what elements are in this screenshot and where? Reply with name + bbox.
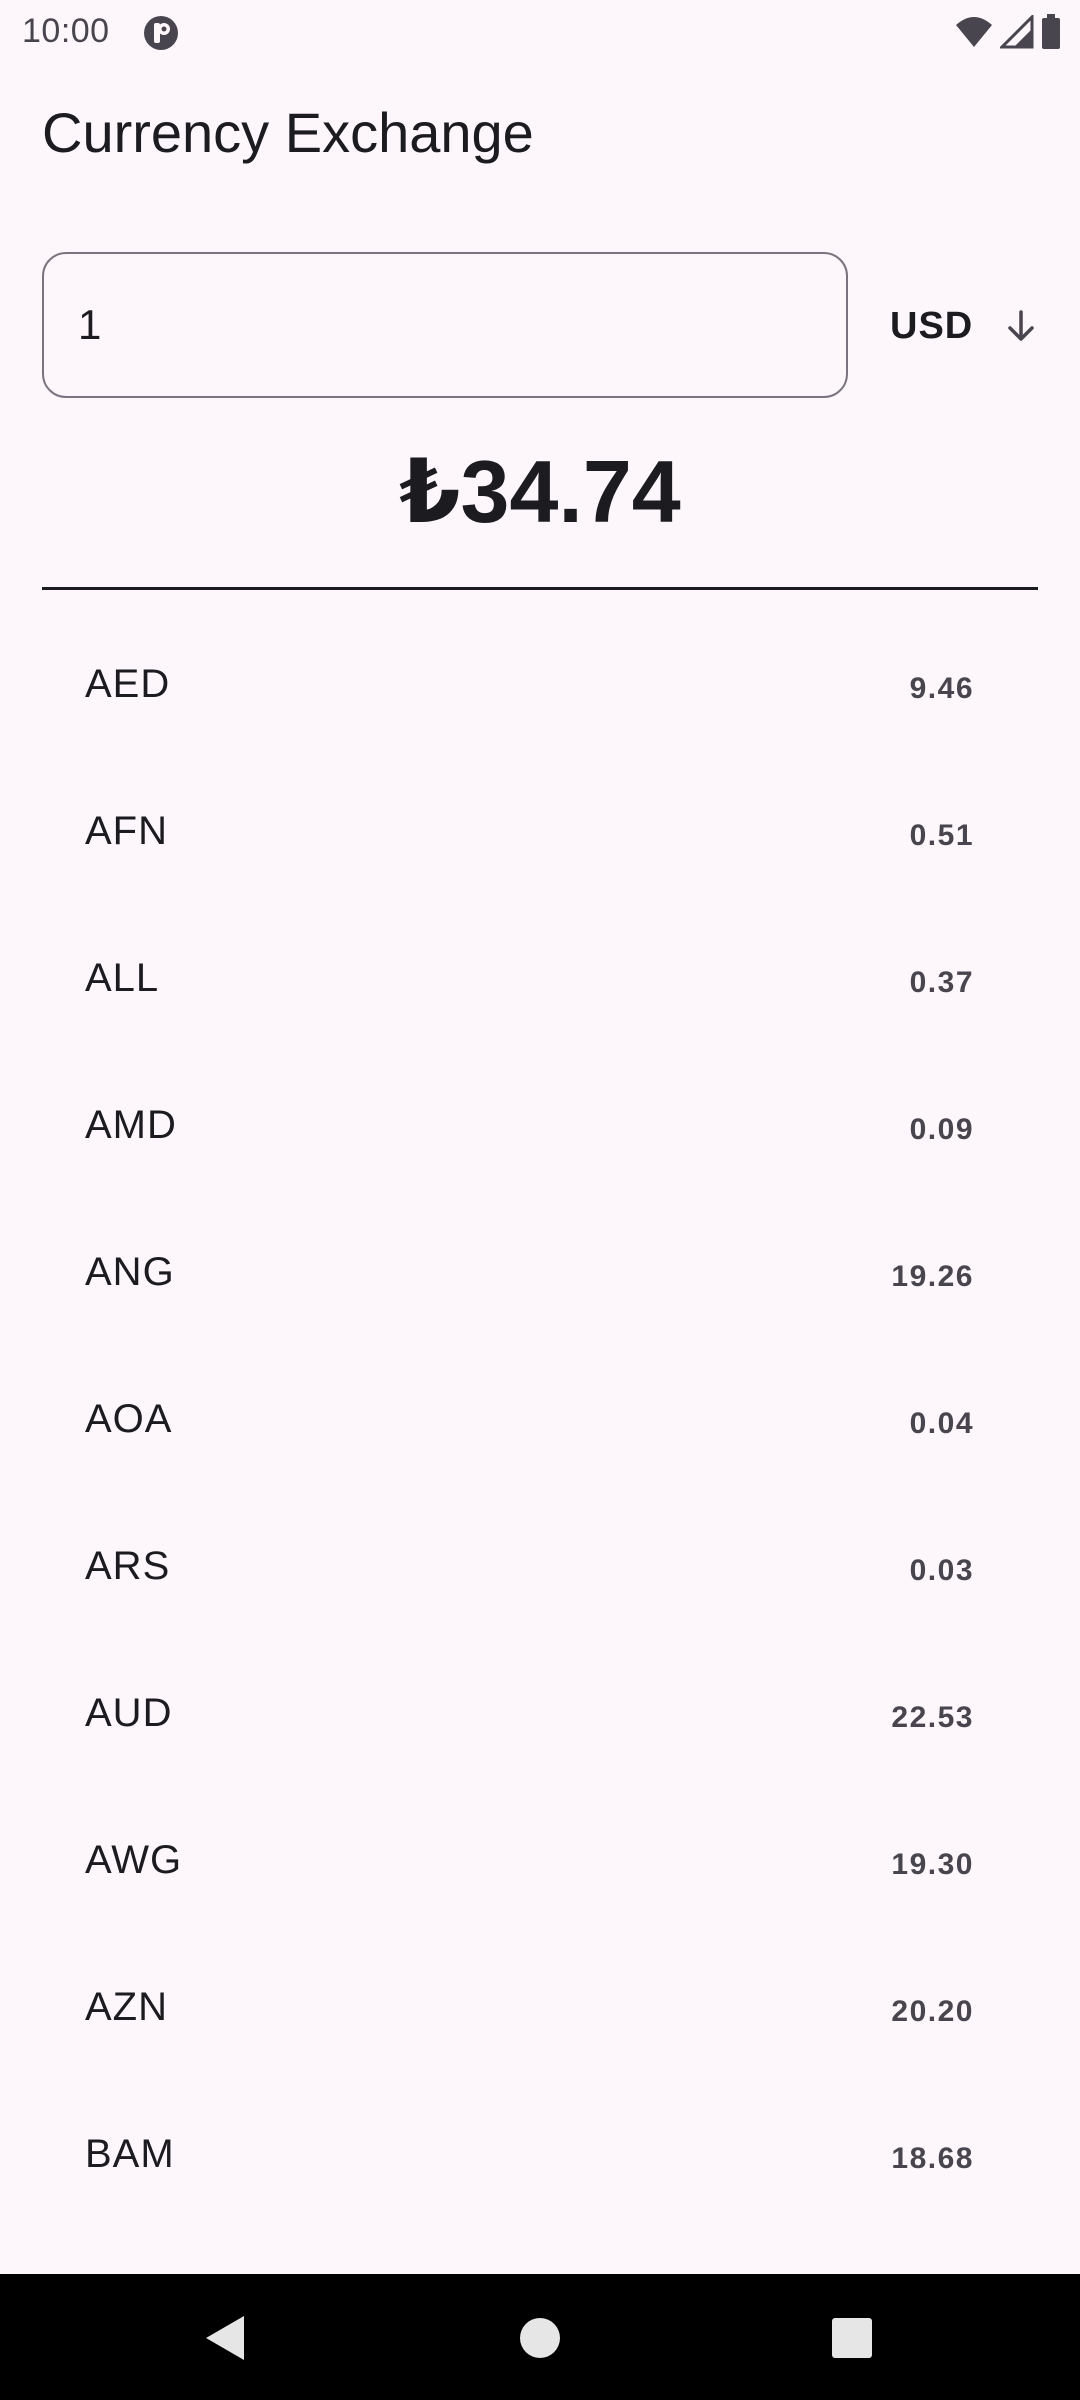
recents-square-icon[interactable] [822,2308,882,2368]
battery-icon [1042,14,1060,49]
base-currency-dropdown[interactable]: USD [866,268,1056,384]
rate-code: AUD [85,1691,173,1735]
rate-row[interactable]: ARS 0.03 [0,1504,1080,1651]
rate-code: AWG [85,1838,183,1882]
rate-value: 0.03 [909,1554,974,1587]
divider [42,587,1038,590]
rate-row[interactable]: ALL 0.37 [0,916,1080,1063]
rate-value: 0.09 [909,1113,974,1146]
rate-code: AED [85,662,171,706]
rate-row[interactable]: AUD 22.53 [0,1651,1080,1798]
rate-code: AMD [85,1103,177,1147]
base-currency-label: USD [890,304,974,347]
rate-value: 19.30 [891,1848,974,1881]
rate-row[interactable]: AOA 0.04 [0,1357,1080,1504]
rate-row[interactable]: ANG 19.26 [0,1210,1080,1357]
rate-code: ALL [85,956,160,1000]
rate-row[interactable]: AWG 19.30 [0,1798,1080,1945]
app-notification-icon [144,16,178,50]
status-time: 10:00 [22,12,110,50]
rate-value: 9.46 [909,672,974,705]
rate-row[interactable]: AZN 20.20 [0,1945,1080,2092]
rate-value: 20.20 [891,1995,974,2028]
converted-amount: ₺34.74 [399,442,681,541]
wifi-icon [956,17,992,47]
rate-value: 18.68 [891,2142,974,2175]
rate-code: AOA [85,1397,173,1441]
status-bar: 10:00 [0,0,1080,64]
rate-value: 19.26 [891,1260,974,1293]
rate-code: AFN [85,809,168,853]
rate-row[interactable]: AFN 0.51 [0,769,1080,916]
system-nav-bar [0,2274,1080,2400]
amount-input[interactable] [78,254,798,396]
status-icons [954,14,1062,50]
rate-value: 0.51 [909,819,974,852]
rate-code: ARS [85,1544,171,1588]
arrow-down-icon [1008,310,1034,341]
rate-row[interactable]: AMD 0.09 [0,1063,1080,1210]
home-circle-icon[interactable] [510,2308,570,2368]
screen: 10:00 Currency Exchange USD [0,0,1080,2400]
rate-row[interactable]: AED 9.46 [0,622,1080,769]
page-title: Currency Exchange [42,101,534,164]
back-triangle-icon[interactable] [196,2308,256,2368]
amount-field[interactable] [42,252,848,398]
rate-value: 22.53 [891,1701,974,1734]
rate-value: 0.37 [909,966,974,999]
rate-code: ANG [85,1250,175,1294]
rate-list[interactable]: AED 9.46 AFN 0.51 ALL 0.37 AMD 0.09 ANG … [0,622,1080,2239]
rate-value: 0.04 [909,1407,974,1440]
rate-row[interactable]: BAM 18.68 [0,2092,1080,2239]
cell-signal-icon [1000,15,1034,49]
rate-code: AZN [85,1985,168,2029]
rate-code: BAM [85,2132,175,2176]
